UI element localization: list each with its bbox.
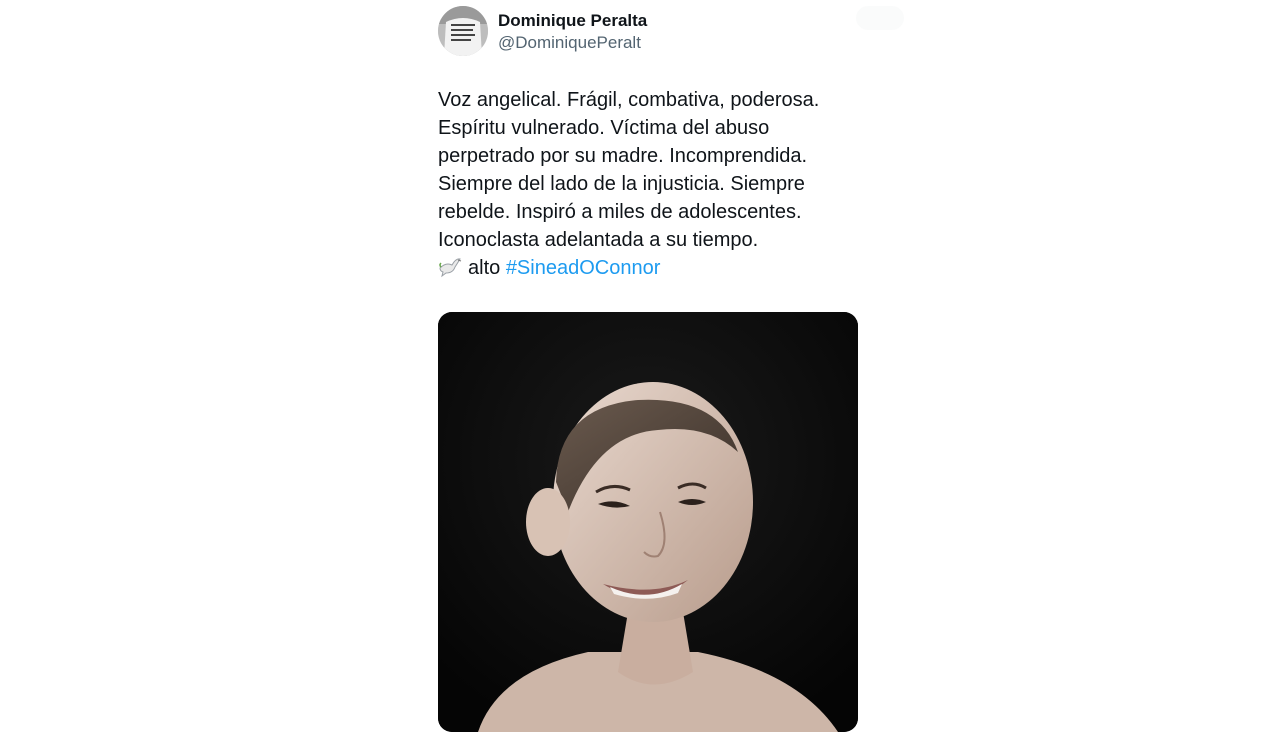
dove-icon: [439, 258, 462, 278]
tweet-text-line: Voz angelical. Frágil, combativa, podero…: [438, 89, 820, 111]
author-names: Dominique Peralta @DominiquePeralt: [498, 10, 647, 54]
portrait-photo: [438, 312, 858, 732]
tweet-text-line: Iconoclasta adelantada a su tiempo.: [438, 229, 759, 251]
hashtag-link[interactable]: #SineadOConnor: [506, 257, 661, 279]
tweet-text-line: rebelde. Inspiró a miles de adolescentes…: [438, 201, 802, 223]
tweet-header: Dominique Peralta @DominiquePeralt: [438, 6, 908, 58]
more-options-button[interactable]: [856, 6, 904, 30]
tweet-text-last-line: alto #SineadOConnor: [438, 254, 858, 282]
user-handle[interactable]: @DominiquePeralt: [498, 32, 647, 54]
profile-photo-icon: [438, 6, 488, 56]
tweet-text-word: alto: [468, 257, 501, 279]
tweet-text-line: Siempre del lado de la injusticia. Siemp…: [438, 173, 805, 195]
tweet[interactable]: Dominique Peralta @DominiquePeralt Voz a…: [438, 0, 908, 732]
tweet-text-line: Espíritu vulnerado. Víctima del abuso: [438, 117, 770, 139]
avatar[interactable]: [438, 6, 488, 56]
tweet-text: Voz angelical. Frágil, combativa, podero…: [438, 86, 858, 282]
display-name[interactable]: Dominique Peralta: [498, 10, 647, 32]
tweet-text-line: perpetrado por su madre. Incomprendida.: [438, 145, 808, 167]
tweet-media[interactable]: [438, 312, 858, 732]
